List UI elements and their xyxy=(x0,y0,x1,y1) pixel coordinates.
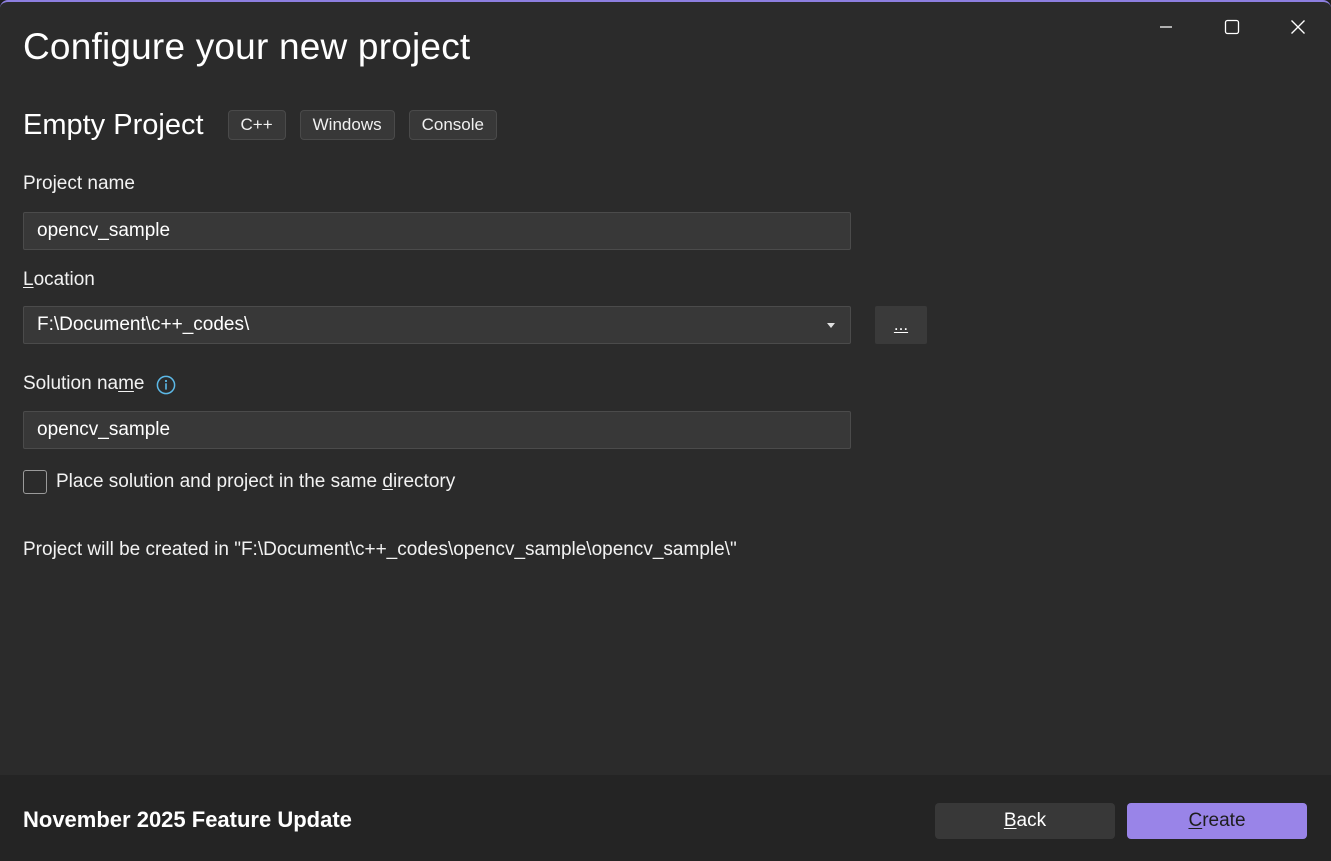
solution-name-input[interactable]: opencv_sample xyxy=(23,411,851,449)
tag-platform: Windows xyxy=(299,110,395,140)
configure-project-dialog: Configure your new project Empty Project… xyxy=(0,0,1331,861)
back-button[interactable]: Back xyxy=(935,803,1115,839)
solution-name-label: Solution name xyxy=(23,373,144,395)
close-button[interactable] xyxy=(1265,4,1331,50)
chevron-down-icon[interactable] xyxy=(827,322,835,328)
solution-name-value: opencv_sample xyxy=(37,419,171,440)
same-directory-checkbox[interactable] xyxy=(23,470,47,494)
solution-name-label-rest: e xyxy=(133,373,145,394)
template-name: Empty Project xyxy=(23,108,204,141)
close-icon xyxy=(1291,20,1305,34)
location-label: Location xyxy=(23,269,95,291)
version-label: November 2025 Feature Update xyxy=(23,807,352,832)
same-directory-label-prefix: Place solution and project in the same xyxy=(56,471,383,492)
minimize-icon xyxy=(1160,26,1172,28)
solution-name-label-prefix: Solution na xyxy=(23,373,119,394)
window-caption-controls xyxy=(1133,4,1331,50)
maximize-button[interactable] xyxy=(1199,4,1265,50)
tag-language: C++ xyxy=(227,110,286,140)
same-directory-label[interactable]: Place solution and project in the same d… xyxy=(56,471,455,493)
page-title: Configure your new project xyxy=(23,26,471,67)
maximize-icon xyxy=(1224,19,1240,35)
browse-location-button[interactable]: ... xyxy=(875,306,927,344)
location-label-rest: ocation xyxy=(33,269,95,290)
solution-name-label-accel: m xyxy=(118,373,134,394)
tag-project-type: Console xyxy=(408,110,497,140)
location-combobox[interactable]: F:\Document\c++_codes\ xyxy=(23,306,851,344)
same-directory-option[interactable]: Place solution and project in the same d… xyxy=(23,470,455,494)
same-directory-label-accel: d xyxy=(382,471,393,492)
template-summary: Empty Project C++ Windows Console xyxy=(23,107,511,143)
back-rest: ack xyxy=(1016,810,1047,831)
same-directory-label-rest: irectory xyxy=(392,471,456,492)
location-label-accel: L xyxy=(23,269,34,290)
create-accel: C xyxy=(1188,810,1203,831)
project-name-input[interactable]: opencv_sample xyxy=(23,212,851,250)
project-name-value: opencv_sample xyxy=(37,220,171,241)
location-value: F:\Document\c++_codes\ xyxy=(37,314,250,335)
create-button[interactable]: Create xyxy=(1127,803,1307,839)
project-path-note: Project will be created in "F:\Document\… xyxy=(23,539,737,560)
minimize-button[interactable] xyxy=(1133,4,1199,50)
back-accel: B xyxy=(1003,810,1017,831)
browse-label: ... xyxy=(893,315,909,334)
info-icon[interactable] xyxy=(156,375,176,395)
project-name-label: Project name xyxy=(23,173,135,194)
create-rest: reate xyxy=(1202,810,1246,831)
dialog-footer: November 2025 Feature Update Back Create xyxy=(0,775,1331,861)
